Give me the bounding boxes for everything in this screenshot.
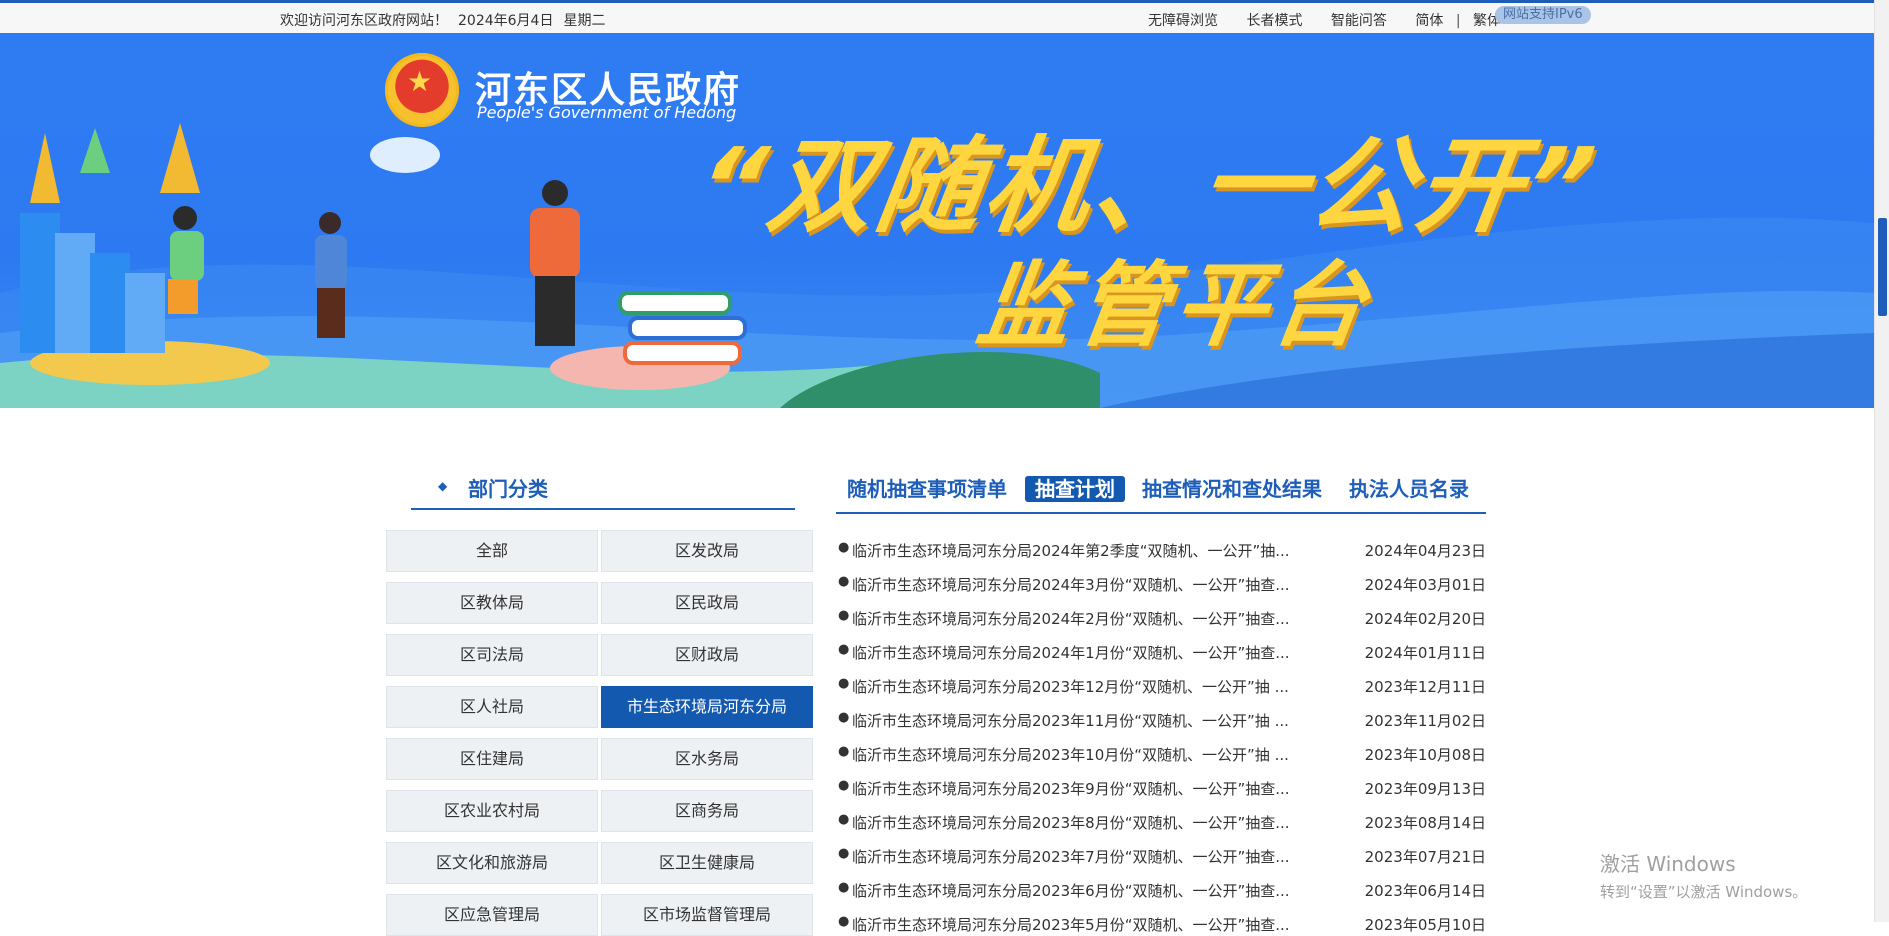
hero-title: “双随机、一公开” [690, 125, 1606, 247]
current-weekday: 星期二 [563, 13, 606, 29]
list-item-title[interactable]: 临沂市生态环境局河东分局2023年11月份“双随机、一公开”抽 ... [852, 710, 1289, 731]
welcome-message: 欢迎访问河东区政府网站！ [280, 13, 448, 29]
dept-button[interactable]: 全部 [386, 530, 598, 572]
list-item[interactable]: ● 临沂市生态环境局河东分局2024年3月份“双随机、一公开”抽查... 2024年… [836, 574, 1486, 594]
bullet-icon: ● [838, 812, 850, 827]
watermark-line2: 转到“设置”以激活 Windows。 [1600, 883, 1808, 901]
list-item-title[interactable]: 临沂市生态环境局河东分局2023年7月份“双随机、一公开”抽查... [852, 846, 1290, 867]
list-item-date: 2023年07月21日 [1364, 848, 1486, 866]
list-item-date: 2023年10月08日 [1364, 746, 1486, 764]
bullet-icon: ● [838, 676, 850, 691]
list-item-title[interactable]: 临沂市生态环境局河东分局2023年6月份“双随机、一公开”抽查... [852, 880, 1290, 901]
bullet-icon: ● [838, 710, 850, 725]
hero-subtitle: 监管平台 [971, 252, 1379, 359]
dept-button[interactable]: 区卫生健康局 [601, 842, 813, 884]
list-item[interactable]: ● 临沂市生态环境局河东分局2024年1月份“双随机、一公开”抽查... 2024年… [836, 642, 1486, 662]
list-item-title[interactable]: 临沂市生态环境局河东分局2024年3月份“双随机、一公开”抽查... [852, 574, 1290, 595]
top-links: 无障碍浏览 长者模式 智能问答 简体 | 繁体 [1148, 10, 1501, 30]
list-item-date: 2023年09月13日 [1364, 780, 1486, 798]
windows-activation-watermark: 激活 Windows 转到“设置”以激活 Windows。 [1600, 848, 1807, 902]
list-item[interactable]: ● 临沂市生态环境局河东分局2023年7月份“双随机、一公开”抽查... 2023年… [836, 846, 1486, 866]
accessibility-link[interactable]: 无障碍浏览 [1148, 10, 1218, 30]
list-item-title[interactable]: 临沂市生态环境局河东分局2023年8月份“双随机、一公开”抽查... [852, 812, 1290, 833]
hero-banner: 河东区人民政府 People's Government of Hedong “双… [0, 33, 1874, 408]
bullet-icon: ● [838, 744, 850, 759]
dept-button[interactable]: 区商务局 [601, 790, 813, 832]
dept-button[interactable]: 区农业农村局 [386, 790, 598, 832]
bullet-icon: ● [838, 608, 850, 623]
dept-button[interactable]: 区市场监督管理局 [601, 894, 813, 936]
dept-button[interactable]: 区人社局 [386, 686, 598, 728]
scrollbar-thumb[interactable] [1878, 218, 1887, 316]
dept-button[interactable]: 区文化和旅游局 [386, 842, 598, 884]
list-item-title[interactable]: 临沂市生态环境局河东分局2023年9月份“双随机、一公开”抽查... [852, 778, 1290, 799]
dept-button-active[interactable]: 市生态环境局河东分局 [601, 686, 813, 728]
list-item-date: 2024年03月01日 [1364, 576, 1486, 594]
list-item-date: 2023年05月10日 [1364, 916, 1486, 934]
simplified-chinese-link[interactable]: 简体 [1415, 10, 1443, 30]
diamond-icon: ◆ [438, 479, 448, 493]
dept-button[interactable]: 区发改局 [601, 530, 813, 572]
list-item-date: 2024年02月20日 [1364, 610, 1486, 628]
list-item[interactable]: ● 临沂市生态环境局河东分局2023年10月份“双随机、一公开”抽 ... 2023… [836, 744, 1486, 764]
list-item-date: 2024年04月23日 [1364, 542, 1486, 560]
bullet-icon: ● [838, 778, 850, 793]
list-item-title[interactable]: 临沂市生态环境局河东分局2024年第2季度“双随机、一公开”抽... [852, 540, 1290, 561]
dept-button[interactable]: 区教体局 [386, 582, 598, 624]
dept-button[interactable]: 区水务局 [601, 738, 813, 780]
smart-qa-link[interactable]: 智能问答 [1331, 10, 1387, 30]
list-item[interactable]: ● 临沂市生态环境局河东分局2024年第2季度“双随机、一公开”抽... 2024年… [836, 540, 1486, 560]
tab-inspection-plan[interactable]: 抽查计划 [1025, 476, 1125, 502]
list-item[interactable]: ● 临沂市生态环境局河东分局2023年8月份“双随机、一公开”抽查... 2023年… [836, 812, 1486, 832]
tab-enforcement-staff[interactable]: 执法人员名录 [1349, 476, 1469, 502]
bullet-icon: ● [838, 880, 850, 895]
list-item-title[interactable]: 临沂市生态环境局河东分局2023年5月份“双随机、一公开”抽查... [852, 914, 1290, 935]
list-item-title[interactable]: 临沂市生态环境局河东分局2024年1月份“双随机、一公开”抽查... [852, 642, 1290, 663]
list-item-date: 2023年08月14日 [1364, 814, 1486, 832]
list-item-date: 2023年11月02日 [1364, 712, 1486, 730]
list-item-date: 2024年01月11日 [1364, 644, 1486, 662]
dept-button[interactable]: 区民政局 [601, 582, 813, 624]
dept-button[interactable]: 区住建局 [386, 738, 598, 780]
department-category-title: 部门分类 [468, 477, 548, 501]
dept-button[interactable]: 区司法局 [386, 634, 598, 676]
list-item[interactable]: ● 临沂市生态环境局河东分局2023年12月份“双随机、一公开”抽 ... 2023… [836, 676, 1486, 696]
list-item[interactable]: ● 临沂市生态环境局河东分局2024年2月份“双随机、一公开”抽查... 2024年… [836, 608, 1486, 628]
department-category-header: ◆ 部门分类 [411, 470, 795, 510]
list-item[interactable]: ● 临沂市生态环境局河东分局2023年6月份“双随机、一公开”抽查... 2023年… [836, 880, 1486, 900]
bullet-icon: ● [838, 540, 850, 555]
current-date: 2024年6月4日 [458, 13, 554, 29]
dept-button[interactable]: 区应急管理局 [386, 894, 598, 936]
list-item-date: 2023年06月14日 [1364, 882, 1486, 900]
watermark-line1: 激活 Windows [1600, 852, 1736, 876]
tab-inspection-results[interactable]: 抽查情况和查处结果 [1142, 476, 1322, 502]
bullet-icon: ● [838, 574, 850, 589]
welcome-text: 欢迎访问河东区政府网站！ 2024年6月4日 星期二 [280, 10, 615, 30]
dept-button[interactable]: 区财政局 [601, 634, 813, 676]
list-item[interactable]: ● 临沂市生态环境局河东分局2023年9月份“双随机、一公开”抽查... 2023年… [836, 778, 1486, 798]
content-tabs: 随机抽查事项清单 抽查计划 抽查情况和查处结果 执法人员名录 [836, 476, 1486, 514]
tab-random-inspection-list[interactable]: 随机抽查事项清单 [847, 476, 1007, 502]
bullet-icon: ● [838, 642, 850, 657]
ipv6-badge: 网站支持IPv6 [1495, 6, 1591, 24]
list-item[interactable]: ● 临沂市生态环境局河东分局2023年11月份“双随机、一公开”抽 ... 2023… [836, 710, 1486, 730]
list-item[interactable]: ● 临沂市生态环境局河东分局2023年5月份“双随机、一公开”抽查... 2023年… [836, 914, 1486, 934]
lang-separator: | [1455, 13, 1461, 29]
bullet-icon: ● [838, 846, 850, 861]
site-name-english: People's Government of Hedong [477, 103, 737, 122]
list-item-title[interactable]: 临沂市生态环境局河东分局2023年12月份“双随机、一公开”抽 ... [852, 676, 1289, 697]
elder-mode-link[interactable]: 长者模式 [1246, 10, 1302, 30]
list-item-title[interactable]: 临沂市生态环境局河东分局2024年2月份“双随机、一公开”抽查... [852, 608, 1290, 629]
list-item-title[interactable]: 临沂市生态环境局河东分局2023年10月份“双随机、一公开”抽 ... [852, 744, 1289, 765]
list-item-date: 2023年12月11日 [1364, 678, 1486, 696]
page-scrollbar[interactable] [1874, 0, 1889, 922]
national-emblem-logo [385, 53, 459, 127]
top-bar: 欢迎访问河东区政府网站！ 2024年6月4日 星期二 无障碍浏览 长者模式 智能问答… [0, 0, 1874, 33]
